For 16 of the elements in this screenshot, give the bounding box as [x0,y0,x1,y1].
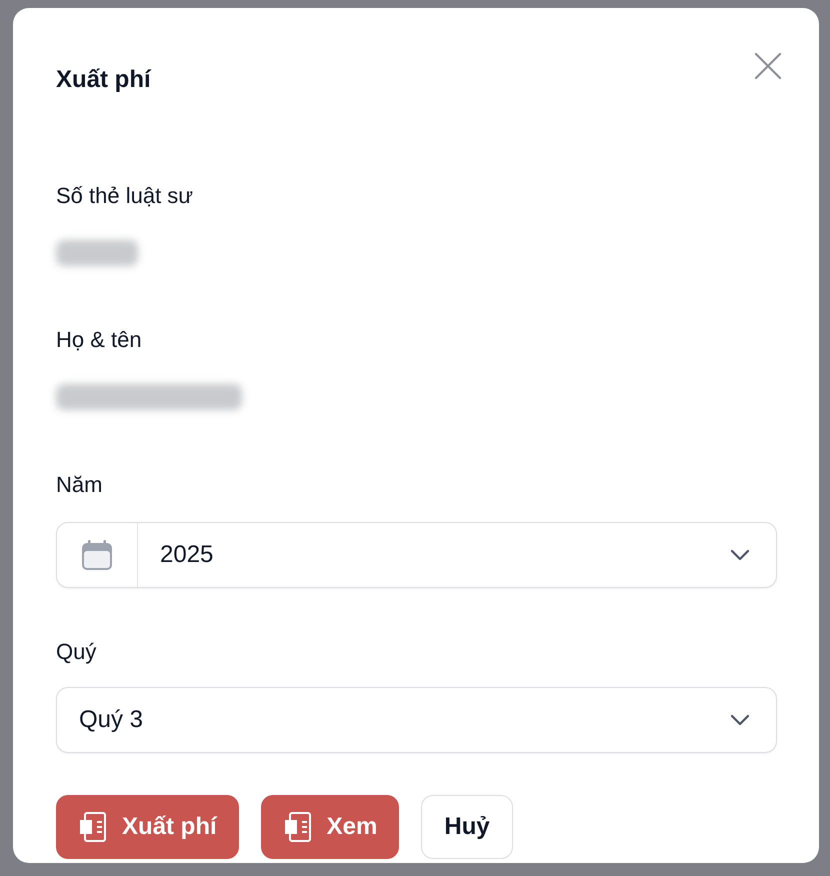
document-icon [282,811,313,843]
document-icon [78,811,108,843]
quarter-select[interactable]: Quý 3 [56,687,777,753]
chevron-down-icon [730,714,750,726]
field-label: Quý [56,638,98,666]
year-select[interactable]: 2025 [56,522,777,588]
close-icon[interactable] [755,53,781,79]
cancel-button[interactable]: Huỷ [421,795,513,859]
field-label: Họ & tên [56,326,143,354]
chevron-down-icon [730,549,750,561]
field-label: Năm [56,471,104,499]
action-button[interactable]: Xuất phí [56,795,239,859]
action-button[interactable]: Xem [260,795,400,859]
field-label: Số thẻ luật sư [56,182,194,210]
calendar-icon [81,539,113,571]
dialog-title: Xuất phí [56,65,152,95]
